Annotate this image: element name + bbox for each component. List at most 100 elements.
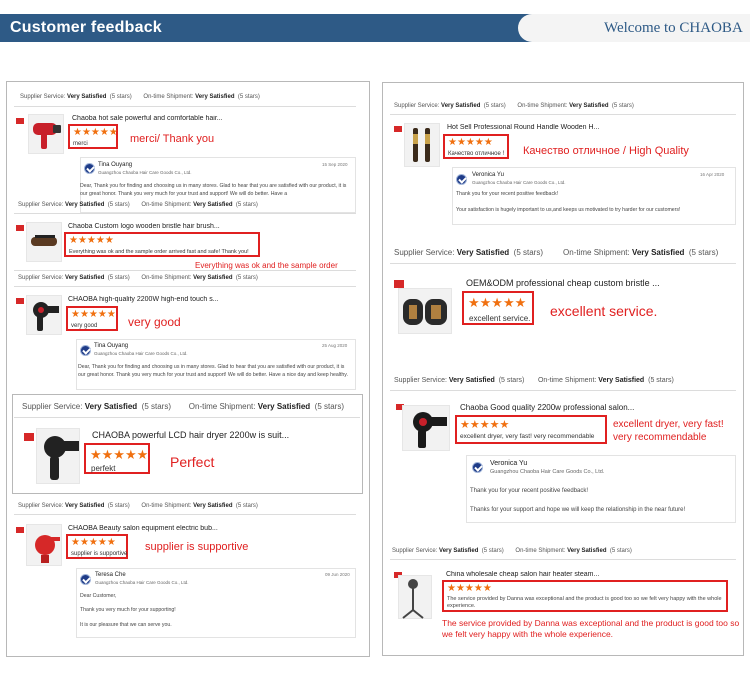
- review-meta: Supplier Service: Very Satisfied (5 star…: [18, 202, 258, 208]
- product-thumbnail[interactable]: [26, 295, 62, 335]
- flag-icon: [24, 433, 34, 441]
- divider: [390, 390, 736, 391]
- reply-name: Tina Ouyang: [94, 343, 129, 349]
- product-thumbnail[interactable]: [402, 405, 450, 451]
- seller-avatar: [456, 174, 467, 185]
- reply-date: 25 Aug 2020: [322, 343, 348, 348]
- seller-avatar: [84, 163, 95, 174]
- rating-stars: ★★★★★: [90, 447, 149, 462]
- round-brush-icon: [413, 128, 430, 162]
- product-thumbnail[interactable]: [398, 288, 452, 334]
- comment-text: merci: [73, 141, 88, 147]
- hair-steamer-icon: [402, 579, 424, 619]
- comment-text: perfekt: [91, 464, 116, 473]
- review-meta: Supplier Service: Very Satisfied (5 star…: [22, 402, 344, 411]
- steamer-icon: [35, 535, 60, 563]
- annotation: Качество отличное / High Quality: [523, 145, 689, 157]
- divider: [390, 263, 736, 264]
- annotation: The service provided by Danna was except…: [442, 618, 740, 628]
- product-title[interactable]: China wholesale cheap salon hair heater …: [446, 571, 636, 578]
- divider: [14, 270, 356, 271]
- review-meta: Supplier Service: Very Satisfied (5 star…: [394, 248, 719, 257]
- divider: [14, 213, 356, 214]
- review-meta: Supplier Service: Very Satisfied (5 star…: [18, 275, 258, 281]
- comment-box: ★★★★★ merci: [68, 124, 118, 149]
- divider: [14, 286, 356, 287]
- hair-brush-icon: [31, 235, 57, 246]
- comment-text: supplier is supportive: [71, 551, 128, 557]
- product-title[interactable]: OEM&ODM professional cheap custom bristl…: [466, 278, 706, 288]
- comment-box: ★★★★★ excellent service.: [462, 291, 534, 325]
- reply-name: Veronica Yu: [490, 460, 528, 467]
- reply-text: Thank you for your recent positive feedb…: [470, 488, 589, 494]
- product-title[interactable]: CHAOBA high-quality 2200W high-end touch…: [68, 296, 248, 303]
- reply-text: Thank you for your recent positive feedb…: [456, 191, 559, 197]
- welcome-text: Welcome to CHAOBA: [604, 20, 743, 36]
- product-title[interactable]: CHAOBA powerful LCD hair dryer 2200w is …: [92, 430, 332, 440]
- reply-text: Dear, Thank you for finding and choosing…: [78, 364, 348, 378]
- rating-stars: ★★★★★: [468, 295, 527, 310]
- comment-text: The service provided by Danna was except…: [447, 596, 722, 609]
- reply-name: Teresa Che: [95, 572, 126, 578]
- product-thumbnail[interactable]: [404, 123, 440, 167]
- reply-text: Dear, Thank you for finding and choosing…: [80, 183, 347, 197]
- annotation: merci/ Thank you: [130, 133, 215, 145]
- review-meta: Supplier Service: Very Satisfied (5 star…: [20, 94, 260, 100]
- comment-text: excellent dryer, very fast! very recomme…: [460, 433, 595, 440]
- annotation: Perfect: [170, 454, 215, 470]
- annotation: very good: [128, 315, 181, 329]
- divider: [14, 106, 356, 107]
- reply-text: Your satisfaction is hugely important to…: [456, 207, 681, 213]
- annotation: excellent service.: [550, 303, 658, 319]
- annotation: Everything was ok and the sample order: [195, 261, 338, 270]
- comment-box: ★★★★★ The service provided by Danna was …: [442, 580, 728, 612]
- reply-date: 16 Apr 2020: [700, 172, 725, 177]
- comment-box: ★★★★★ excellent dryer, very fast! very r…: [455, 415, 607, 444]
- comment-box: ★★★★★ supplier is supportive: [66, 534, 128, 559]
- reply-company: Guangzhou Chaoba Hair Care Goods Co., Lt…: [472, 180, 566, 185]
- comment-box: ★★★★★ perfekt: [84, 443, 150, 474]
- comment-text: Everything was ok and the sample order a…: [69, 249, 249, 255]
- seller-avatar: [80, 345, 91, 356]
- product-title[interactable]: Chaoba hot sale powerful and comfortable…: [72, 115, 252, 122]
- divider: [14, 514, 356, 515]
- divider: [14, 417, 360, 418]
- product-title[interactable]: Chaoba Custom logo wooden bristle hair b…: [68, 223, 248, 230]
- annotation: excellent dryer, very fast!: [613, 419, 724, 430]
- rating-stars: ★★★★★: [69, 235, 114, 246]
- rating-stars: ★★★★★: [447, 583, 492, 594]
- comment-box: ★★★★★ Everything was ok and the sample o…: [64, 232, 260, 257]
- product-thumbnail[interactable]: [28, 114, 64, 154]
- feedback-page: Customer feedback Welcome to CHAOBA Supp…: [0, 0, 750, 689]
- reply-name: Veronica Yu: [472, 172, 504, 178]
- flag-icon: [16, 225, 24, 231]
- product-thumbnail[interactable]: [26, 222, 62, 262]
- product-thumbnail[interactable]: [26, 524, 62, 566]
- hair-dryer-icon: [33, 123, 61, 149]
- comment-box: ★★★★★ Качество отличное !: [443, 134, 509, 159]
- flag-icon: [16, 527, 24, 533]
- seller-avatar: [80, 574, 91, 585]
- product-thumbnail[interactable]: [398, 575, 432, 619]
- comment-text: Качество отличное !: [448, 151, 505, 157]
- rating-stars: ★★★★★: [448, 137, 493, 148]
- flag-icon: [16, 298, 24, 304]
- seller-avatar: [472, 462, 483, 473]
- flag-icon: [394, 280, 404, 288]
- product-title[interactable]: CHAOBA Beauty salon equipment electric b…: [68, 525, 248, 532]
- comment-text: excellent service.: [469, 314, 531, 323]
- comment-box: ★★★★★ very good: [66, 306, 118, 331]
- reply-company: Guangzhou Chaoba Hair Care Goods Co., Lt…: [95, 580, 189, 585]
- product-thumbnail[interactable]: [36, 428, 80, 484]
- review-meta: Supplier Service: Very Satisfied (5 star…: [394, 103, 634, 109]
- product-title[interactable]: Hot Sell Professional Round Handle Woode…: [447, 124, 627, 131]
- reply-text: Dear Customer,: [80, 593, 117, 599]
- review-meta: Supplier Service: Very Satisfied (5 star…: [394, 377, 674, 384]
- product-title[interactable]: Chaoba Good quality 2200w professional s…: [460, 403, 650, 412]
- reply-company: Guangzhou Chaoba Hair Care Goods Co., Lt…: [490, 469, 605, 475]
- reply-text: Thanks for your support and hope we will…: [470, 507, 686, 513]
- reply-date: 15 Sep 2020: [322, 162, 348, 167]
- rating-stars: ★★★★★: [460, 419, 510, 431]
- flag-icon: [394, 126, 402, 132]
- hair-dryer-icon: [413, 412, 447, 448]
